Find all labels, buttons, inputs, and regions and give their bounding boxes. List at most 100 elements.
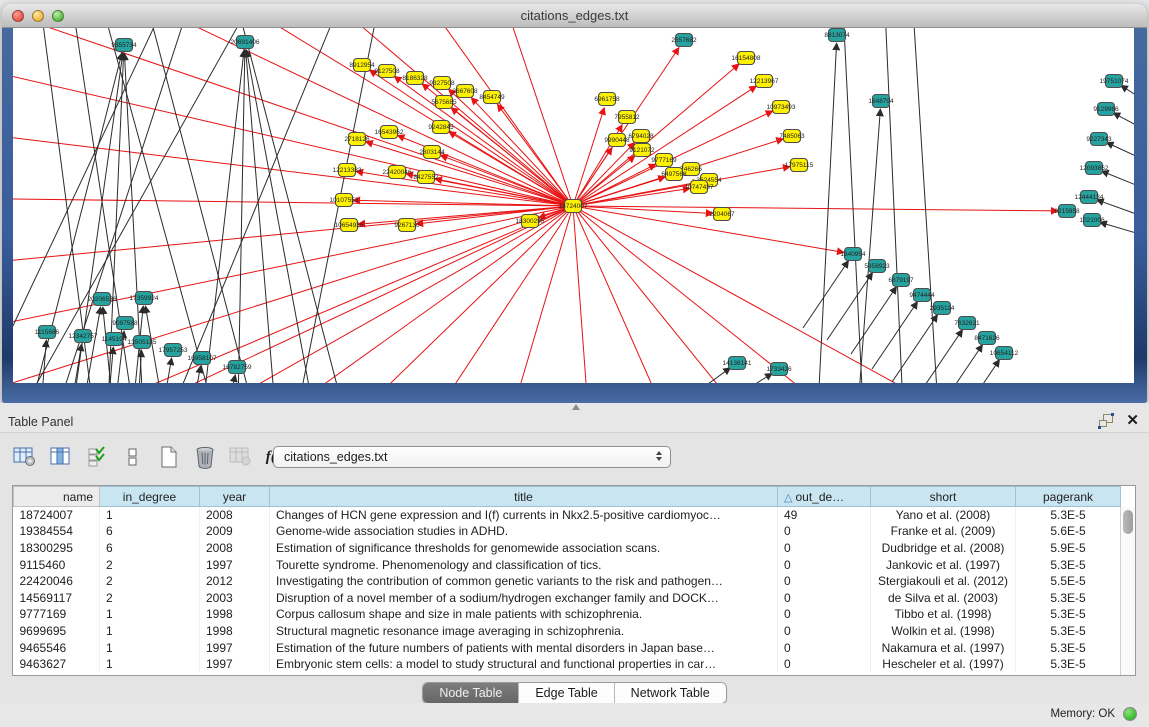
table-scrollbar-thumb[interactable]: [1123, 510, 1133, 534]
graph-edge[interactable]: [818, 43, 837, 383]
graph-edge[interactable]: [954, 360, 1000, 383]
graph-node[interactable]: 7632621: [954, 317, 980, 330]
column-header-outde[interactable]: △out_de…: [778, 487, 871, 507]
table-cell[interactable]: 0: [778, 573, 871, 590]
graph-node[interactable]: 8215958: [1054, 205, 1080, 218]
table-selector-dropdown[interactable]: citations_edges.txt: [273, 446, 671, 468]
panel-divider[interactable]: [0, 403, 1149, 412]
table-cell[interactable]: Estimation of the future numbers of pati…: [270, 639, 778, 656]
graph-edge[interactable]: [1101, 171, 1134, 192]
graph-node[interactable]: 12342757: [69, 330, 98, 343]
table-cell[interactable]: Franke et al. (2009): [871, 523, 1016, 540]
tab-edge-table[interactable]: Edge Table: [519, 683, 614, 703]
table-row[interactable]: 1830029562008Estimation of significance …: [14, 540, 1121, 557]
graph-node[interactable]: 9990448: [604, 134, 630, 147]
graph-edge[interactable]: [41, 340, 46, 383]
table-cell[interactable]: 18724007: [14, 507, 100, 524]
trash-icon[interactable]: [192, 444, 218, 470]
tab-node-table[interactable]: Node Table: [423, 683, 519, 703]
column-checklist-icon[interactable]: [84, 444, 110, 470]
graph-node[interactable]: 5675685: [431, 96, 457, 109]
table-cell[interactable]: 2: [100, 589, 200, 606]
table-cell[interactable]: 1: [100, 606, 200, 623]
graph-edge[interactable]: [1100, 222, 1134, 238]
graph-edge[interactable]: [885, 28, 903, 383]
graph-node[interactable]: 14136141: [723, 357, 752, 370]
graph-node[interactable]: 17957253: [159, 344, 188, 357]
column-header-title[interactable]: title: [270, 487, 778, 507]
table-cell[interactable]: 1: [100, 656, 200, 673]
table-row[interactable]: 1938455462009Genome-wide association stu…: [14, 523, 1121, 540]
graph-edge[interactable]: [449, 89, 573, 206]
table-cell[interactable]: Investigating the contribution of common…: [270, 573, 778, 590]
panel-resize-handle-icon[interactable]: [572, 404, 580, 410]
graph-edge[interactable]: [238, 50, 245, 383]
table-cell[interactable]: Tibbo et al. (1998): [871, 606, 1016, 623]
graph-edge[interactable]: [293, 206, 573, 383]
table-cell[interactable]: 0: [778, 623, 871, 640]
new-column-icon[interactable]: [156, 444, 182, 470]
table-row[interactable]: 946362711997Embryonic stem cells: a mode…: [14, 656, 1121, 673]
table-cell[interactable]: 5.3E-5: [1016, 606, 1121, 623]
table-cell[interactable]: 1: [100, 507, 200, 524]
table-cell[interactable]: 0: [778, 589, 871, 606]
table-row[interactable]: 911546021997Tourette syndrome. Phenomeno…: [14, 556, 1121, 573]
graph-edge[interactable]: [573, 206, 693, 383]
graph-edge[interactable]: [573, 206, 593, 383]
table-cell[interactable]: 2: [100, 573, 200, 590]
graph-node[interactable]: 16154808: [732, 52, 761, 65]
table-cell[interactable]: Hescheler et al. (1997): [871, 656, 1016, 673]
graph-node[interactable]: 9327508: [429, 77, 455, 90]
tab-network-table[interactable]: Network Table: [615, 683, 726, 703]
graph-node[interactable]: 1640954: [840, 248, 866, 261]
table-cell[interactable]: Genome-wide association studies in ADHD.: [270, 523, 778, 540]
graph-node[interactable]: 10654936: [335, 219, 364, 232]
row-height-icon[interactable]: [120, 444, 146, 470]
graph-node[interactable]: 2667608: [452, 85, 478, 98]
table-cell[interactable]: 9699695: [14, 623, 100, 640]
graph-edge[interactable]: [917, 330, 963, 383]
close-panel-icon[interactable]: ✕: [1126, 414, 1139, 428]
graph-edge[interactable]: [13, 58, 573, 206]
network-canvas[interactable]: 1872400718300295224200461654396289129549…: [13, 28, 1134, 383]
table-cell[interactable]: Tourette syndrome. Phenomenology and cla…: [270, 556, 778, 573]
table-cell[interactable]: Changes of HCN gene expression and I(f) …: [270, 507, 778, 524]
table-cell[interactable]: 0: [778, 639, 871, 656]
table-cell[interactable]: 14569117: [14, 589, 100, 606]
float-panel-icon[interactable]: [1099, 414, 1114, 428]
graph-node[interactable]: 2935114: [930, 302, 955, 315]
table-row[interactable]: 2242004622012Investigating the contribut…: [14, 573, 1121, 590]
column-header-pagerank[interactable]: pagerank: [1016, 487, 1121, 507]
graph-node[interactable]: 8454749: [479, 91, 505, 104]
graph-node[interactable]: 12444134: [1075, 191, 1104, 204]
graph-edge[interactable]: [872, 302, 918, 369]
graph-node[interactable]: 10107553: [330, 194, 359, 207]
graph-node[interactable]: 16782759: [223, 361, 252, 374]
graph-node[interactable]: 12213383: [333, 164, 362, 177]
graph-edge[interactable]: [449, 132, 573, 206]
graph-node[interactable]: 9777169: [651, 154, 677, 167]
graph-node[interactable]: 5958923: [864, 260, 890, 273]
table-cell[interactable]: Wolkin et al. (1998): [871, 623, 1016, 640]
graph-edge[interactable]: [1113, 113, 1134, 134]
table-cell[interactable]: 1997: [200, 556, 270, 573]
column-header-short[interactable]: short: [871, 487, 1016, 507]
graph-edge[interactable]: [573, 108, 604, 206]
graph-node[interactable]: 6961758: [594, 93, 620, 106]
table-row[interactable]: 1456911722003Disruption of a novel membe…: [14, 589, 1121, 606]
table-cell[interactable]: Embryonic stem cells: a model to study s…: [270, 656, 778, 673]
table-cell[interactable]: 2003: [200, 589, 270, 606]
table-cell[interactable]: 0: [778, 656, 871, 673]
table-cell[interactable]: 1997: [200, 639, 270, 656]
table-cell[interactable]: 0: [778, 606, 871, 623]
table-cell[interactable]: 22420046: [14, 573, 100, 590]
graph-node[interactable]: 1733426: [766, 363, 792, 376]
table-cell[interactable]: 18300295: [14, 540, 100, 557]
table-row[interactable]: 1872400712008Changes of HCN gene express…: [14, 507, 1121, 524]
graph-edge[interactable]: [238, 28, 343, 383]
table-cell[interactable]: 0: [778, 523, 871, 540]
table-cell[interactable]: 5.3E-5: [1016, 639, 1121, 656]
table-row[interactable]: 977716911998Corpus callosum shape and si…: [14, 606, 1121, 623]
table-cell[interactable]: 1: [100, 623, 200, 640]
table-cell[interactable]: Jankovic et al. (1997): [871, 556, 1016, 573]
